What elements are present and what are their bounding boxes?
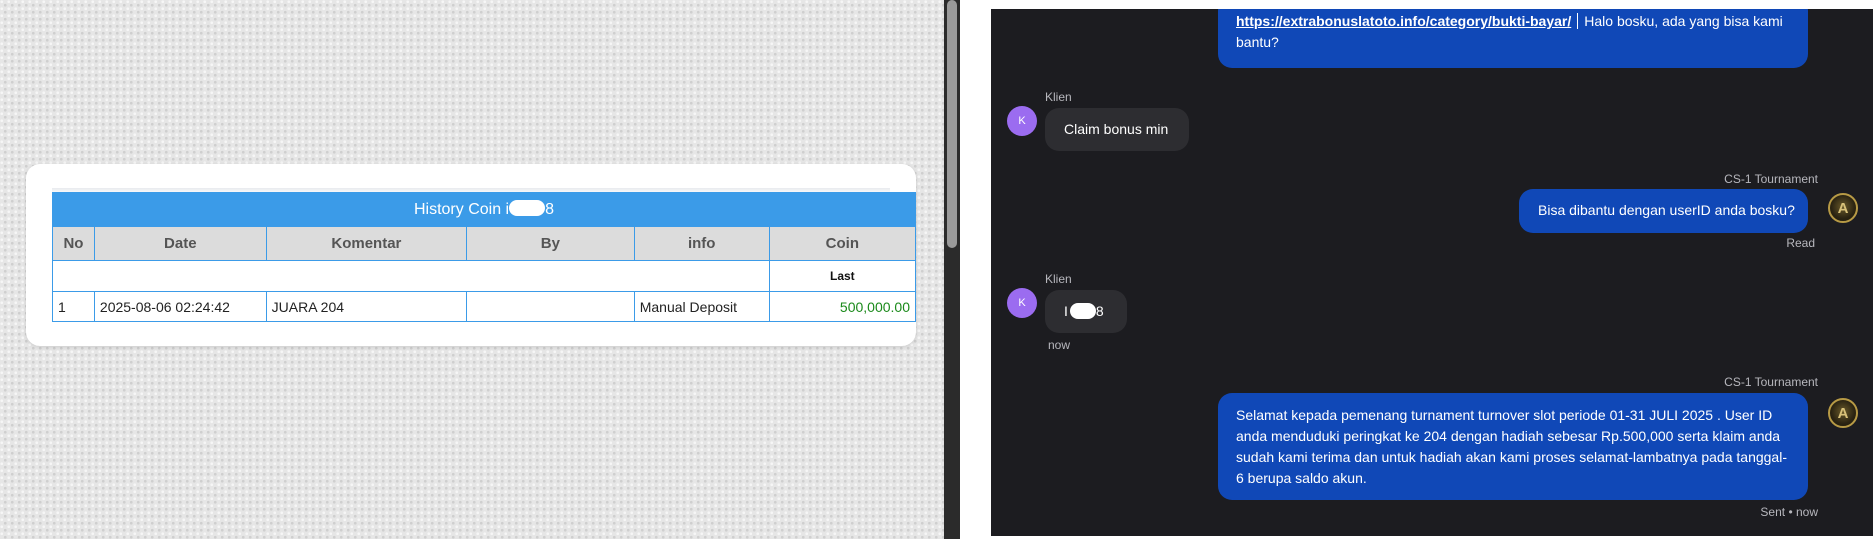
client-message-bubble: I8 [1045, 290, 1127, 333]
bukti-bayar-link[interactable]: https://extrabonuslatoto.info/category/b… [1236, 13, 1571, 29]
cell-coin: 500,000.00 [768, 291, 917, 322]
sender-name: CS-1 Tournament [1724, 375, 1818, 389]
cell-komentar: JUARA 204 [265, 291, 468, 322]
coin-history-card: History Coin i 8 No Date Komentar By info… [26, 164, 917, 346]
col-header-no: No [52, 226, 95, 261]
col-header-komentar: Komentar [265, 226, 468, 261]
col-header-by: By [466, 226, 635, 261]
message-time: now [1048, 338, 1071, 352]
client-avatar: K [1007, 288, 1037, 318]
cell-info: Manual Deposit [633, 291, 770, 322]
summary-last-label: Last [768, 260, 917, 292]
client-avatar: K [1007, 106, 1037, 136]
left-pane: History Coin i 8 No Date Komentar By info… [0, 0, 944, 539]
table-header-row: No Date Komentar By info Coin [52, 226, 917, 261]
message-status: Read [1786, 236, 1815, 250]
chat-pane: https://extrabonuslatoto.info/category/b… [991, 9, 1873, 536]
col-header-info: info [633, 226, 770, 261]
coin-history-table: History Coin i 8 No Date Komentar By info… [52, 192, 917, 322]
agent-avatar-icon: A [1828, 398, 1858, 428]
sender-name: CS-1 Tournament [1724, 172, 1818, 186]
col-header-coin: Coin [768, 226, 917, 261]
cell-no: 1 [52, 291, 95, 322]
message-status: Sent • now [1760, 505, 1818, 519]
summary-row: Last [52, 260, 917, 292]
left-scrollbar-thumb[interactable] [947, 0, 957, 248]
table-title-row: History Coin i 8 [52, 192, 916, 227]
message-text-prefix: I [1064, 303, 1068, 319]
message-text-suffix: 8 [1095, 303, 1104, 319]
cell-date: 2025-08-06 02:24:42 [93, 291, 267, 322]
text-separator [1577, 13, 1579, 29]
message-text: Claim bonus min [1064, 121, 1169, 137]
agent-message-bubble: Bisa dibantu dengan userID anda bosku? [1519, 189, 1808, 233]
client-message-bubble: Claim bonus min [1045, 108, 1189, 151]
redacted-mask [1069, 303, 1096, 319]
pane-gutter [960, 0, 991, 539]
table-title-suffix: 8 [545, 201, 555, 218]
message-text: Selamat kepada pemenang turnament turnov… [1236, 407, 1787, 486]
agent-avatar-icon: A [1828, 193, 1858, 223]
cell-by [466, 291, 635, 322]
redacted-mask [509, 200, 546, 216]
col-header-date: Date [93, 226, 267, 261]
sender-name: Klien [1045, 90, 1072, 104]
table-title: History Coin i 8 [52, 192, 916, 227]
message-text: Bisa dibantu dengan userID anda bosku? [1538, 202, 1795, 218]
table-title-text: History Coin i [413, 201, 510, 218]
agent-message-bubble: Selamat kepada pemenang turnament turnov… [1218, 393, 1808, 500]
summary-spacer [52, 260, 770, 292]
table-row: 1 2025-08-06 02:24:42 JUARA 204 Manual D… [52, 291, 917, 322]
agent-message-bubble: https://extrabonuslatoto.info/category/b… [1218, 9, 1808, 68]
sender-name: Klien [1045, 272, 1072, 286]
